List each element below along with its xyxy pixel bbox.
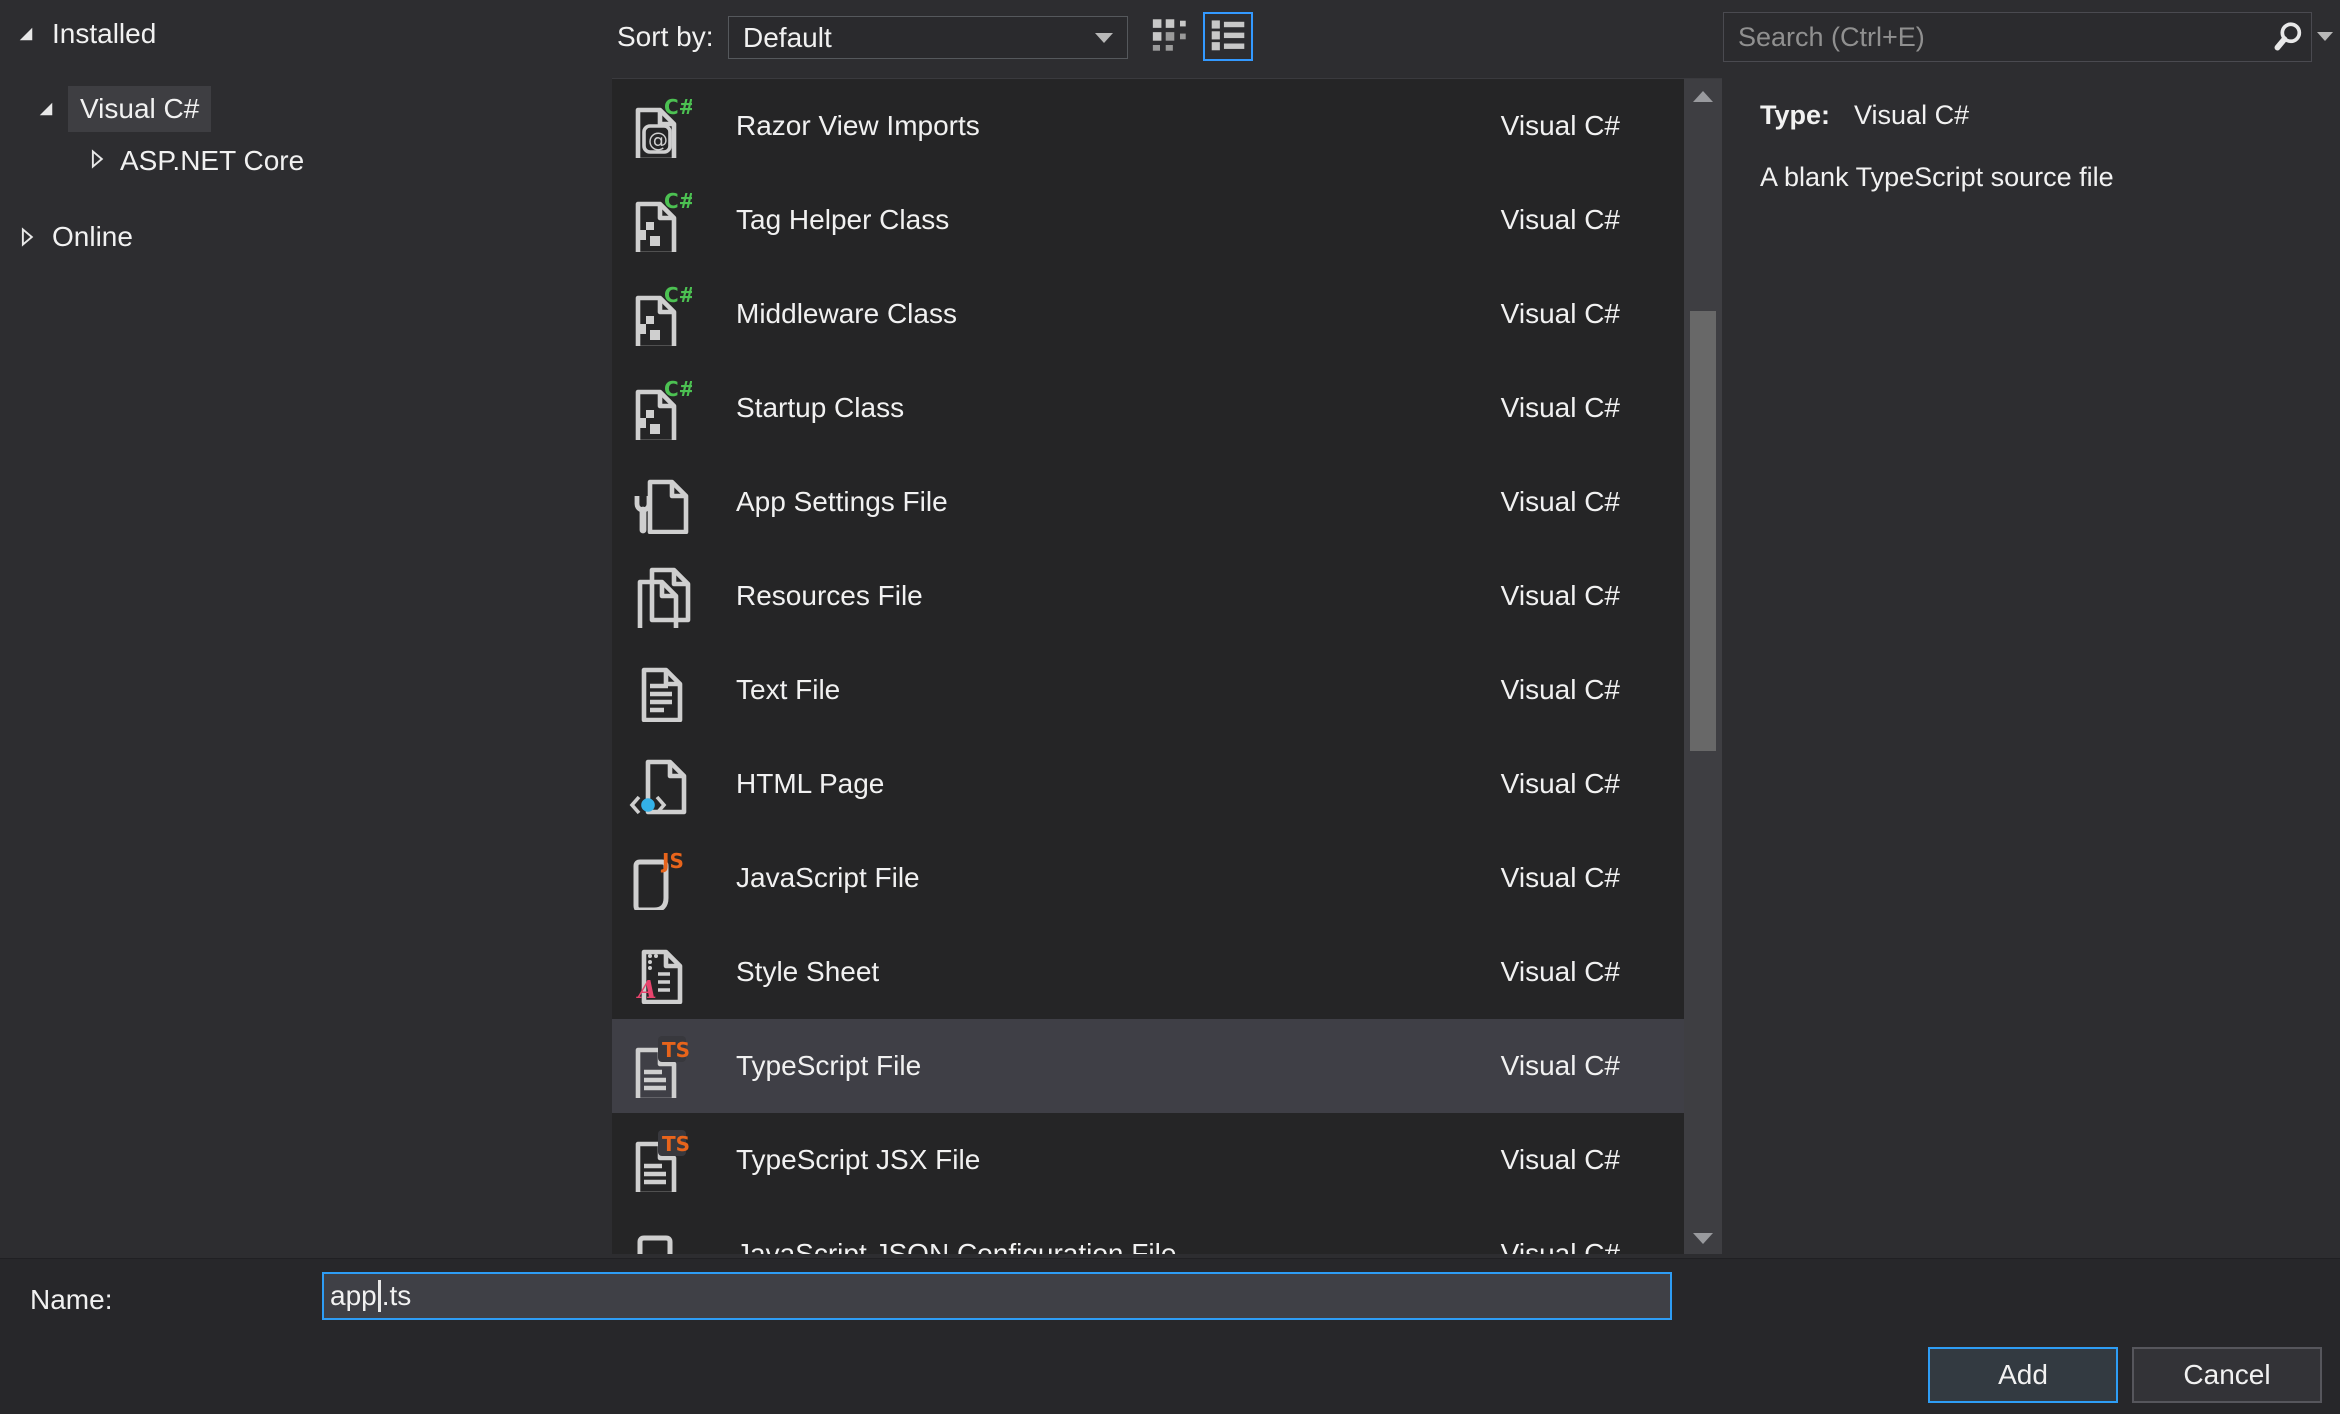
list-view-icon xyxy=(1209,15,1247,58)
template-name: HTML Page xyxy=(736,768,885,799)
text-caret xyxy=(377,1280,381,1312)
template-language: Visual C# xyxy=(1500,768,1620,799)
json-config-file-icon xyxy=(628,1222,692,1254)
svg-text:C#: C# xyxy=(664,377,692,401)
svg-text:@: @ xyxy=(648,128,668,152)
add-button[interactable]: Add xyxy=(1928,1347,2118,1403)
svg-text:C#: C# xyxy=(664,189,692,213)
template-language: Visual C# xyxy=(1500,580,1620,611)
search-icon[interactable] xyxy=(2265,13,2311,61)
scrollbar-thumb[interactable] xyxy=(1690,311,1716,751)
resources-file-icon xyxy=(628,564,692,628)
template-language: Visual C# xyxy=(1500,674,1620,705)
list-item-resources-file[interactable]: Resources File Visual C# xyxy=(612,549,1684,643)
app-settings-file-icon xyxy=(628,470,692,534)
javascript-file-icon: JS xyxy=(628,846,692,910)
svg-text:TS: TS xyxy=(662,1132,690,1156)
csharp-class-file-icon: C# xyxy=(628,282,692,346)
sort-by-label: Sort by: xyxy=(617,21,714,52)
name-value-before-caret: app xyxy=(330,1280,377,1311)
tree-item-aspnet-core[interactable]: ASP.NET Core xyxy=(120,144,304,178)
tree-item-installed[interactable]: Installed xyxy=(52,17,156,51)
template-name: Resources File xyxy=(736,580,923,611)
sort-by-value: Default xyxy=(743,21,832,53)
template-language: Visual C# xyxy=(1500,1050,1620,1081)
medium-icons-view-button[interactable] xyxy=(1146,14,1194,60)
type-label: Type: xyxy=(1760,100,1831,130)
template-type-row: Type: Visual C# xyxy=(1760,100,1969,131)
template-language: Visual C# xyxy=(1500,110,1620,141)
template-language: Visual C# xyxy=(1500,298,1620,329)
template-language: Visual C# xyxy=(1500,1238,1620,1254)
template-name: JavaScript File xyxy=(736,862,920,893)
name-input[interactable]: app .ts xyxy=(322,1272,1672,1320)
template-language: Visual C# xyxy=(1500,486,1620,517)
list-view-button[interactable] xyxy=(1203,12,1253,61)
tree-item-online[interactable]: Online xyxy=(52,220,133,254)
typescript-file-icon: TS xyxy=(628,1128,692,1192)
list-item-typescript-jsx-file[interactable]: TS TypeScript JSX File Visual C# xyxy=(612,1113,1684,1207)
scrollbar-down-button[interactable] xyxy=(1684,1221,1722,1254)
tree-item-visual-csharp[interactable]: Visual C# xyxy=(68,86,212,132)
list-item-app-settings-file[interactable]: App Settings File Visual C# xyxy=(612,455,1684,549)
template-name: App Settings File xyxy=(736,486,948,517)
search-input[interactable] xyxy=(1724,21,2265,53)
list-item-javascript-json-configuration-file[interactable]: JavaScript JSON Configuration File Visual… xyxy=(612,1207,1684,1254)
list-item-tag-helper-class[interactable]: C# Tag Helper Class Visual C# xyxy=(612,173,1684,267)
installed-expand-arrow-icon[interactable] xyxy=(16,24,36,44)
template-name: Razor View Imports xyxy=(736,110,980,141)
template-name: Startup Class xyxy=(736,392,905,423)
template-language: Visual C# xyxy=(1500,956,1620,987)
html-page-icon xyxy=(628,752,692,816)
template-name: Middleware Class xyxy=(736,298,957,329)
list-item-razor-view-imports[interactable]: @ C# Razor View Imports Visual C# xyxy=(612,79,1684,173)
name-value-after-caret: .ts xyxy=(381,1280,412,1311)
typescript-file-icon: TS xyxy=(628,1034,692,1098)
svg-text:TS: TS xyxy=(662,1038,690,1062)
list-item-middleware-class[interactable]: C# Middleware Class Visual C# xyxy=(612,267,1684,361)
type-value: Visual C# xyxy=(1854,100,1970,130)
sort-by-dropdown[interactable]: Default xyxy=(728,16,1128,59)
name-label: Name: xyxy=(30,1284,113,1315)
template-list: @ C# Razor View Imports Visual C# C# Tag Help… xyxy=(612,78,1722,1254)
list-item-html-page[interactable]: HTML Page Visual C# xyxy=(612,737,1684,831)
template-name: JavaScript JSON Configuration File xyxy=(736,1238,1177,1254)
template-description: A blank TypeScript source file xyxy=(1760,162,2114,192)
template-name: Text File xyxy=(736,674,841,705)
search-box xyxy=(1723,12,2312,62)
online-collapse-arrow-icon[interactable] xyxy=(16,226,38,248)
style-sheet-icon: A xyxy=(628,940,692,1004)
medium-icons-view-icon xyxy=(1150,15,1190,60)
razor-csharp-file-icon: @ C# xyxy=(628,94,692,158)
list-item-text-file[interactable]: Text File Visual C# xyxy=(612,643,1684,737)
template-name: TypeScript File xyxy=(736,1050,922,1081)
template-language: Visual C# xyxy=(1500,204,1620,235)
csharp-class-file-icon: C# xyxy=(628,376,692,440)
svg-text:JS: JS xyxy=(660,849,684,873)
text-file-icon xyxy=(628,658,692,722)
list-item-typescript-file[interactable]: TS TypeScript File Visual C# xyxy=(612,1019,1684,1113)
template-name: Tag Helper Class xyxy=(736,204,950,235)
visual-csharp-expand-arrow-icon[interactable] xyxy=(36,99,56,119)
cancel-button[interactable]: Cancel xyxy=(2132,1347,2322,1403)
template-name: TypeScript JSX File xyxy=(736,1144,981,1175)
template-language: Visual C# xyxy=(1500,862,1620,893)
list-scrollbar[interactable] xyxy=(1684,79,1722,1254)
svg-text:A: A xyxy=(636,975,657,1004)
svg-text:C#: C# xyxy=(664,283,692,307)
template-language: Visual C# xyxy=(1500,392,1620,423)
template-name: Style Sheet xyxy=(736,956,880,987)
list-item-startup-class[interactable]: C# Startup Class Visual C# xyxy=(612,361,1684,455)
aspnet-core-collapse-arrow-icon[interactable] xyxy=(86,148,108,170)
scrollbar-up-button[interactable] xyxy=(1684,79,1722,113)
list-item-style-sheet[interactable]: A Style Sheet Visual C# xyxy=(612,925,1684,1019)
add-new-item-dialog: { "accent_color": "#3399ff", "tree": { "… xyxy=(0,0,2340,1414)
list-item-javascript-file[interactable]: JS JavaScript File Visual C# xyxy=(612,831,1684,925)
search-options-chevron-icon[interactable] xyxy=(2317,32,2333,41)
chevron-down-icon xyxy=(1095,32,1113,43)
template-language: Visual C# xyxy=(1500,1144,1620,1175)
svg-text:C#: C# xyxy=(664,95,692,119)
csharp-class-file-icon: C# xyxy=(628,188,692,252)
